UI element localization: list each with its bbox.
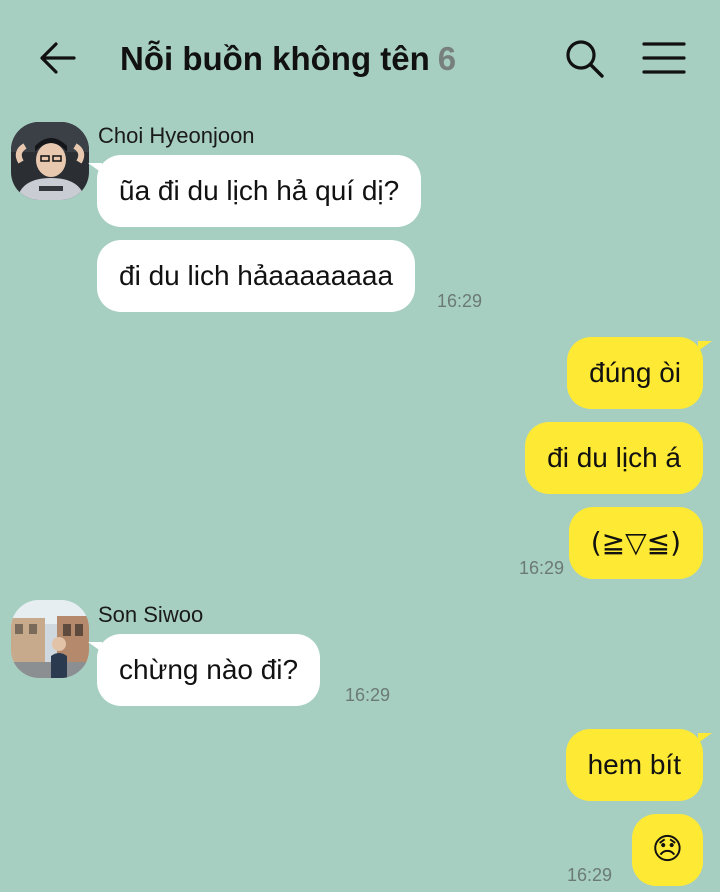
message-timestamp: 16:29 <box>567 865 613 885</box>
arrow-left-icon <box>40 42 76 74</box>
sender-name: Choi Hyeonjoon <box>98 123 255 148</box>
message-timestamp: 16:29 <box>345 685 391 705</box>
message-timestamp: 16:29 <box>519 558 565 578</box>
chat-header: Nỗi buồn không tên 6 <box>0 0 720 118</box>
hamburger-menu-icon <box>642 42 686 74</box>
avatar-son-siwoo[interactable] <box>11 600 89 678</box>
message-bubble-outgoing[interactable]: hem bít <box>565 729 713 801</box>
sender-name: Son Siwoo <box>98 602 204 627</box>
message-bubble-incoming[interactable]: ũa đi du lịch hả quí dị? <box>87 155 422 227</box>
message-bubble-outgoing[interactable]: 😞 <box>631 814 703 886</box>
menu-button[interactable] <box>640 38 688 78</box>
message-bubble-outgoing[interactable]: (≧▽≦) <box>568 507 703 579</box>
chat-title: Nỗi buồn không tên 6 <box>120 36 456 82</box>
search-button[interactable] <box>562 36 608 82</box>
message-bubble-outgoing[interactable]: đúng òi <box>567 337 712 409</box>
back-button[interactable] <box>36 38 80 78</box>
message-bubble-incoming[interactable]: chừng nào đi? <box>87 634 321 706</box>
message-bubble-incoming[interactable]: đi du lich hảaaaaaaaa <box>97 240 416 312</box>
chat-room-name: Nỗi buồn không tên <box>120 40 430 77</box>
profile-photo <box>11 122 89 200</box>
member-count: 6 <box>437 40 457 77</box>
avatar-choi-hyeonjoon[interactable] <box>11 122 89 200</box>
profile-photo <box>11 600 89 678</box>
search-icon <box>566 40 604 78</box>
message-bubble-outgoing[interactable]: đi du lịch á <box>525 422 703 494</box>
message-timestamp: 16:29 <box>437 291 483 311</box>
